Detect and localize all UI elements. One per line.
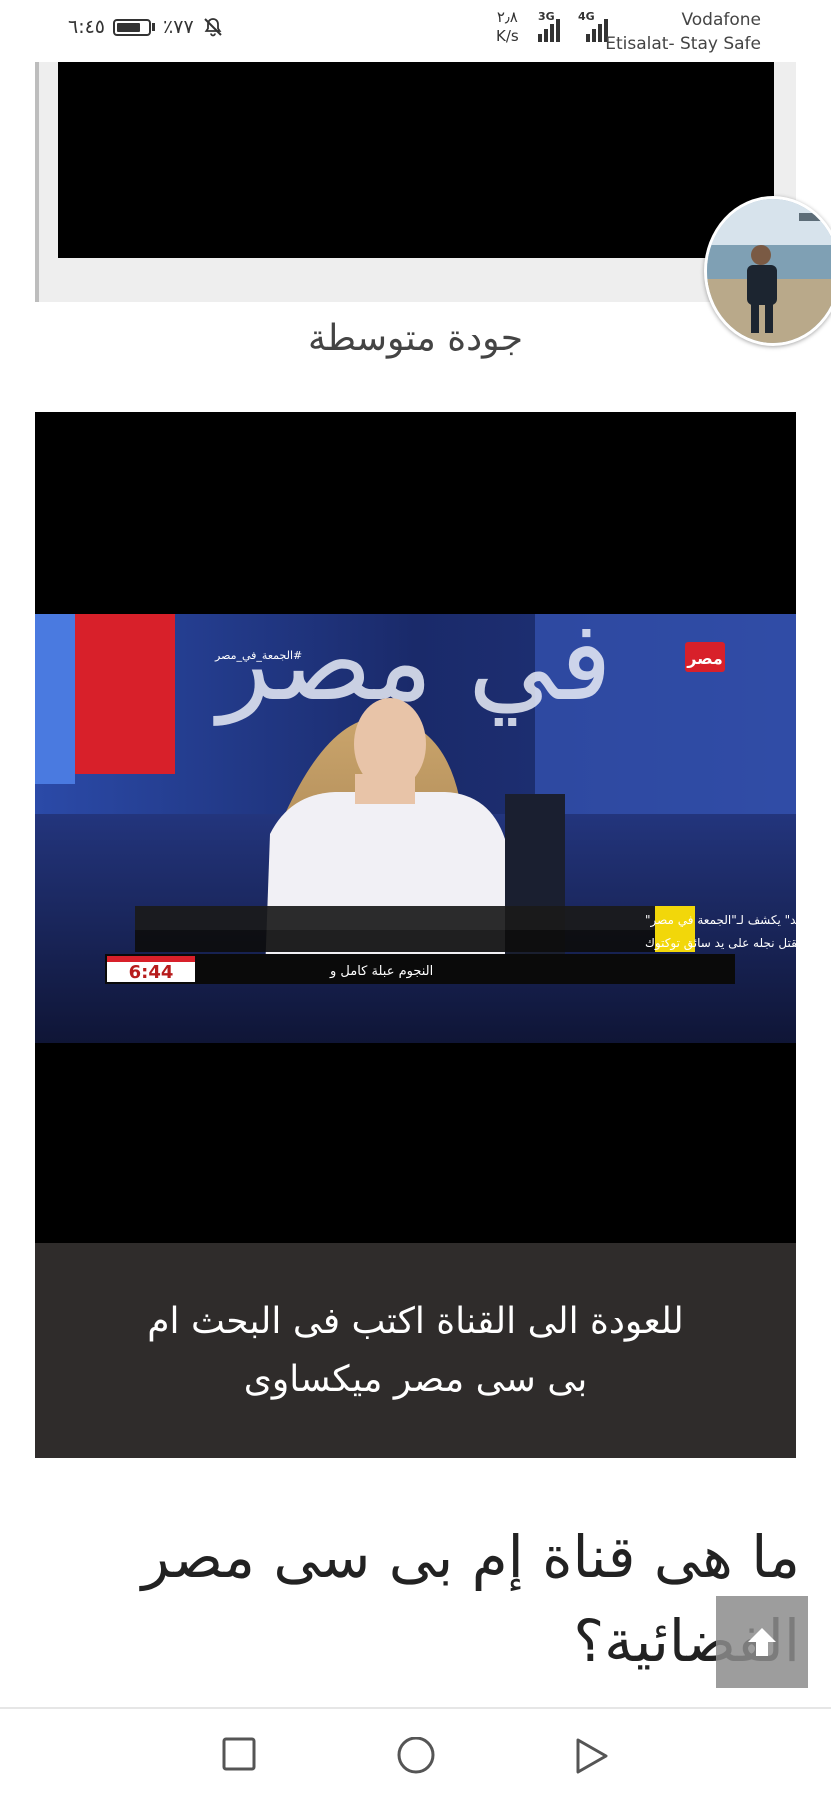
silent-bell-icon — [203, 18, 222, 37]
article-heading: ما هى قناة إم بى سى مصر الفضائية؟ — [141, 1523, 800, 1675]
home-circle-icon[interactable] — [396, 1737, 436, 1777]
main-video-player[interactable]: في مصر #الجمعة_في_مصر مصر فشل في اغتصابه… — [35, 412, 796, 1243]
status-left: ٦:٤٥ ٪٧٧ — [68, 16, 224, 38]
video-clock: 6:44 — [129, 962, 174, 983]
ticker-line-3: النجوم عبلة كامل و — [329, 964, 433, 979]
ticker-line-1: فشل في اغتصابه فقتله.. والد الطفل "فهد" … — [645, 913, 796, 928]
clock: ٦:٤٥ — [68, 16, 106, 38]
video-frame: في مصر #الجمعة_في_مصر مصر فشل في اغتصابه… — [35, 614, 796, 1043]
carrier-label: Vodafone Etisalat- Stay Safe — [605, 10, 761, 54]
back-triangle-icon[interactable] — [574, 1737, 610, 1775]
status-bar: ٦:٤٥ ٪٧٧ ٢٫٨ K/s 3G 4G Vodafone Etisalat… — [0, 0, 831, 62]
system-nav-bar — [0, 1707, 831, 1802]
quality-caption: جودة متوسطة — [308, 318, 523, 359]
recents-square-icon[interactable] — [222, 1737, 256, 1771]
hashtag-label: #الجمعة_في_مصر — [214, 649, 302, 662]
scroll-to-top-button[interactable] — [716, 1596, 808, 1688]
ticker-line-2: تفاصيل مقتل نجله على يد سائق توكتوك — [645, 936, 796, 951]
top-video-player[interactable] — [58, 62, 774, 258]
video-subtitle: للعودة الى القناة اكتب فى البحث ام بى سى… — [35, 1243, 796, 1458]
channel-logo: مصر — [686, 649, 723, 668]
arrow-up-icon — [748, 1628, 776, 1656]
battery-icon — [113, 18, 156, 36]
studio-scene: في مصر #الجمعة_في_مصر مصر فشل في اغتصابه… — [35, 614, 796, 1043]
network-speed: ٢٫٨ K/s — [496, 8, 519, 45]
battery-percent: ٪٧٧ — [163, 16, 194, 38]
